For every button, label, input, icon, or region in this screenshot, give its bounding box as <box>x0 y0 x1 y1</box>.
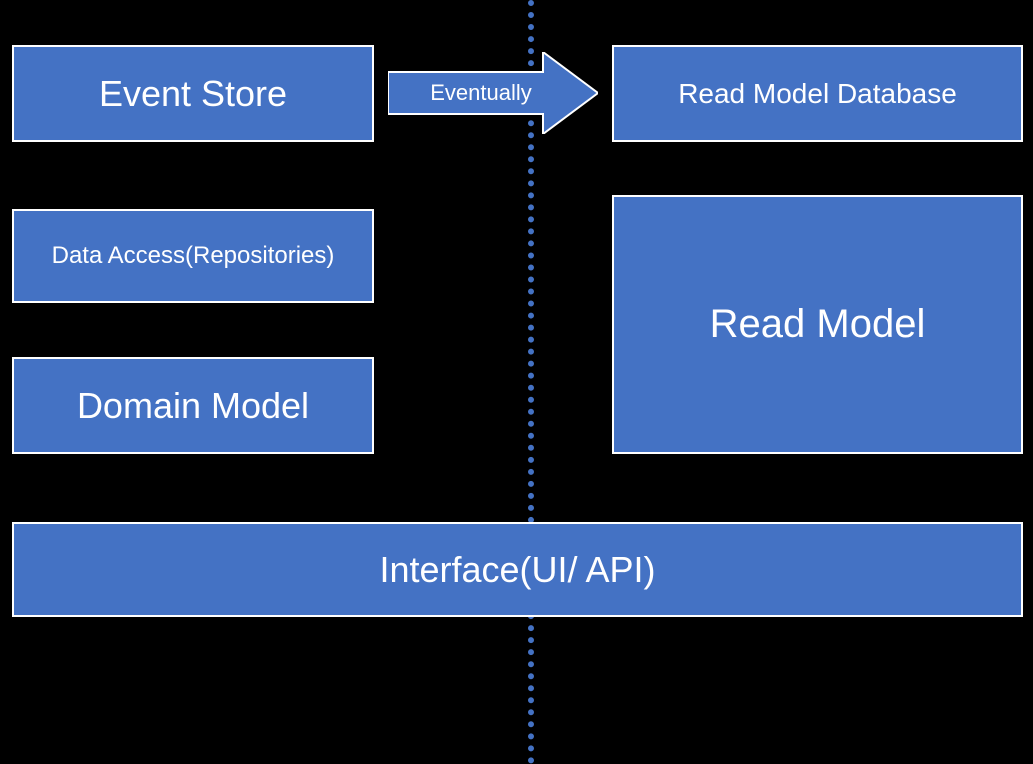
data-access-label: Data Access(Repositories) <box>52 242 335 270</box>
arrow-label: Eventually <box>430 80 532 106</box>
interface-label: Interface(UI/ API) <box>379 549 655 591</box>
read-model-database-box: Read Model Database <box>612 45 1023 142</box>
domain-model-label: Domain Model <box>77 385 309 427</box>
interface-box: Interface(UI/ API) <box>12 522 1023 617</box>
event-store-box: Event Store <box>12 45 374 142</box>
domain-model-box: Domain Model <box>12 357 374 454</box>
read-model-database-label: Read Model Database <box>678 78 957 110</box>
read-model-box: Read Model <box>612 195 1023 454</box>
read-model-label: Read Model <box>710 302 926 347</box>
data-access-box: Data Access(Repositories) <box>12 209 374 303</box>
event-store-label: Event Store <box>99 73 287 115</box>
eventually-arrow: Eventually <box>388 52 598 134</box>
